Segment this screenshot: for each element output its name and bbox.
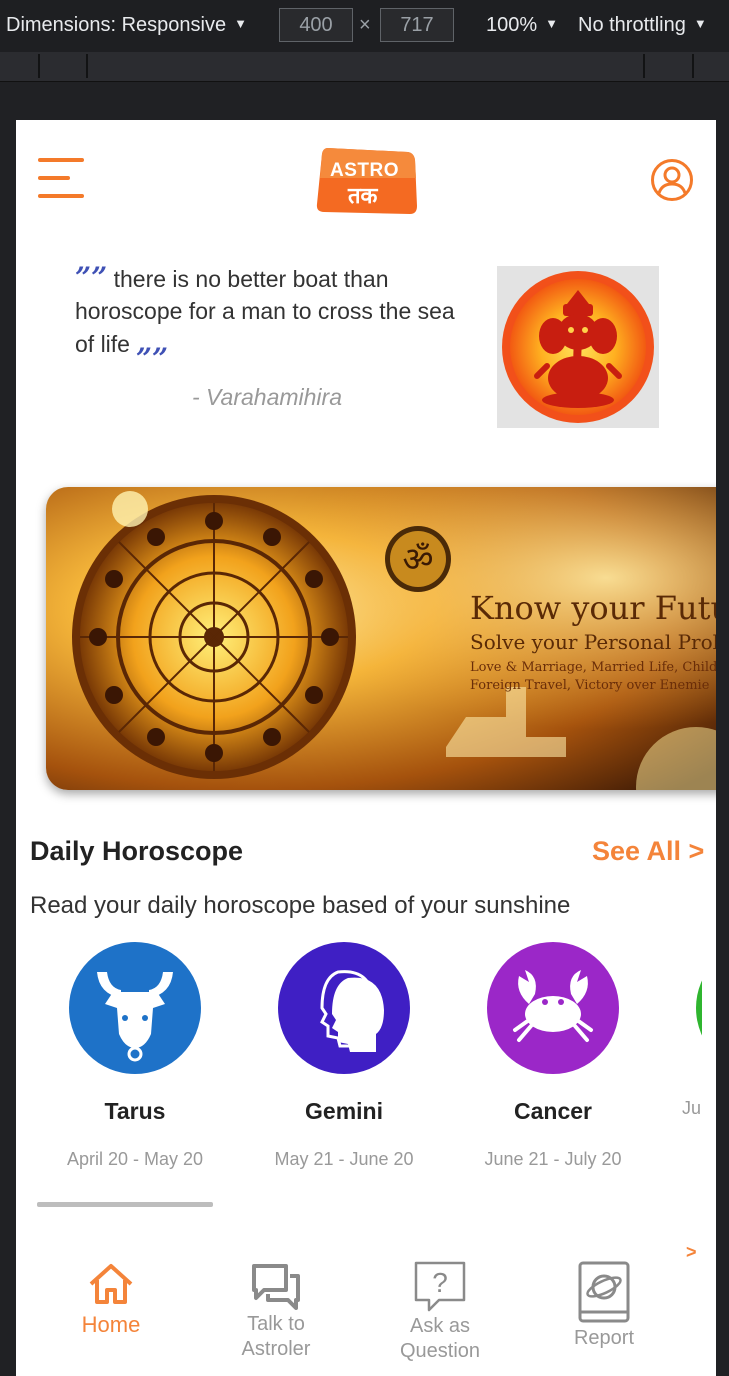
promo-banner[interactable]: ॐ Know your Futu Solve your Personal Pro… [46, 487, 716, 790]
chat-icon [252, 1264, 300, 1310]
ruler-tick [643, 54, 645, 78]
nav-label: Home [81, 1312, 141, 1337]
dimensions-label: Dimensions: Responsive [6, 14, 227, 36]
banner-small-line: Foreign Travel, Victory over Enemie [470, 678, 710, 693]
nav-talk-to-astroler[interactable]: Talk to Astroler [201, 1260, 351, 1362]
menu-line [38, 194, 84, 198]
zodiac-card-cancer[interactable]: Cancer June 21 - July 20 [453, 942, 653, 1170]
zoom-label: 100% [486, 14, 538, 36]
ruler-tick [86, 54, 88, 78]
user-icon [651, 159, 693, 201]
nav-label-line2: Astroler [241, 1338, 311, 1360]
throttling-dropdown[interactable]: No throttling ▼ [578, 14, 707, 37]
zodiac-dates: May 21 - June 20 [274, 1149, 414, 1169]
times-separator: × [359, 14, 371, 36]
zodiac-card-taurus[interactable]: Tarus April 20 - May 20 [35, 942, 235, 1170]
home-icon [89, 1264, 133, 1304]
daily-horoscope-description: Read your daily horoscope based of your … [30, 892, 571, 919]
banner-small-line: Love & Marriage, Married Life, Child [470, 660, 716, 675]
chevron-down-icon: ▼ [234, 16, 247, 31]
svg-text:?: ? [432, 1267, 448, 1298]
gemini-heads-icon [278, 942, 410, 1074]
svg-text:ॐ: ॐ [402, 540, 433, 580]
profile-button[interactable] [650, 158, 694, 202]
zodiac-dates: Ju [682, 1098, 702, 1118]
quote-text: there is no better boat than horoscope f… [75, 266, 455, 357]
bottom-navigation: Home Talk to Astroler ? Ask as Question [16, 1260, 716, 1376]
zoom-dropdown[interactable]: 100% ▼ [486, 14, 558, 37]
zodiac-name: Cancer [514, 1098, 592, 1124]
dimensions-dropdown[interactable]: Dimensions: Responsive ▼ [6, 14, 247, 37]
quote-text-block: ”” there is no better boat than horoscop… [75, 262, 475, 360]
logo-text-bottom: तक [348, 184, 378, 209]
quote-open-mark: ”” [75, 261, 108, 294]
chevron-down-icon: ▼ [545, 16, 559, 31]
media-query-ruler [0, 52, 729, 82]
banner-small-text: Love & Marriage, Married Life, Child For… [470, 659, 716, 695]
menu-line [38, 158, 84, 162]
nav-report[interactable]: Report [529, 1260, 679, 1351]
nav-label: Report [573, 1327, 635, 1349]
ruler-tick [692, 54, 694, 78]
logo-text-top: ASTRO [330, 160, 399, 181]
leo-icon [696, 942, 702, 1074]
zodiac-name: Gemini [305, 1098, 383, 1124]
nav-label-line1: Ask as [409, 1315, 471, 1337]
zodiac-carousel[interactable]: Tarus April 20 - May 20 Gemini May 21 - … [16, 942, 702, 1212]
width-input[interactable]: 400 [279, 8, 353, 42]
nav-label-line2: Question [399, 1340, 481, 1362]
banner-headline: Know your Futu [470, 589, 716, 627]
taurus-bull-icon [69, 942, 201, 1074]
zodiac-dates: June 21 - July 20 [484, 1149, 622, 1169]
height-input[interactable]: 717 [380, 8, 454, 42]
nav-label-line1: Talk to [247, 1313, 305, 1335]
zodiac-card-leo[interactable]: Ju [662, 942, 702, 1119]
see-all-link[interactable]: See All > [592, 836, 704, 867]
nav-home[interactable]: Home [36, 1260, 186, 1337]
nav-ask-question[interactable]: ? Ask as Question [365, 1260, 515, 1364]
throttling-label: No throttling [578, 14, 686, 36]
report-book-icon [578, 1261, 630, 1323]
zodiac-name: Tarus [104, 1098, 166, 1124]
banner-subline: Solve your Personal Proble [470, 630, 716, 654]
cancer-crab-icon [487, 942, 619, 1074]
menu-line [38, 176, 70, 180]
zodiac-card-gemini[interactable]: Gemini May 21 - June 20 [244, 942, 444, 1170]
devtools-toolbar: Dimensions: Responsive ▼ 400 × 717 100% ▼ … [0, 0, 729, 52]
zodiac-dates: April 20 - May 20 [66, 1149, 204, 1169]
daily-horoscope-title: Daily Horoscope [30, 836, 244, 866]
astro-tak-logo[interactable]: ASTRO तक [314, 144, 418, 216]
hamburger-menu-button[interactable] [38, 158, 86, 200]
carousel-scrollbar[interactable] [37, 1202, 213, 1207]
ruler-tick [38, 54, 40, 78]
chevron-down-icon: ▼ [693, 16, 707, 31]
quote-close-mark: „„ [136, 326, 169, 359]
quote-author: - Varahamihira [192, 384, 342, 410]
question-icon: ? [414, 1261, 466, 1312]
ganesh-image [497, 266, 659, 428]
app-viewport: ASTRO तक ”” there is no better boat than… [16, 120, 716, 1376]
ganesh-icon [502, 271, 654, 423]
